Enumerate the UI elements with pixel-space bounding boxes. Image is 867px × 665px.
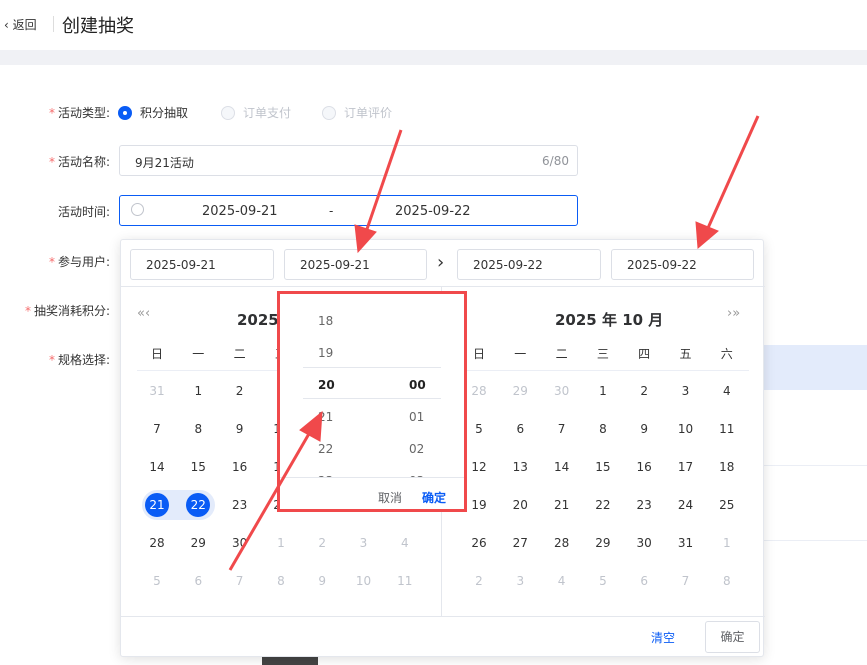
annotation-arrows — [228, 115, 760, 571]
arrow-head — [695, 221, 719, 250]
arrow-head — [299, 410, 323, 442]
arrow-head — [354, 224, 377, 254]
annotation-arrow — [364, 129, 403, 233]
annotation-arrow — [228, 431, 312, 571]
annotation-arrow — [706, 115, 760, 229]
